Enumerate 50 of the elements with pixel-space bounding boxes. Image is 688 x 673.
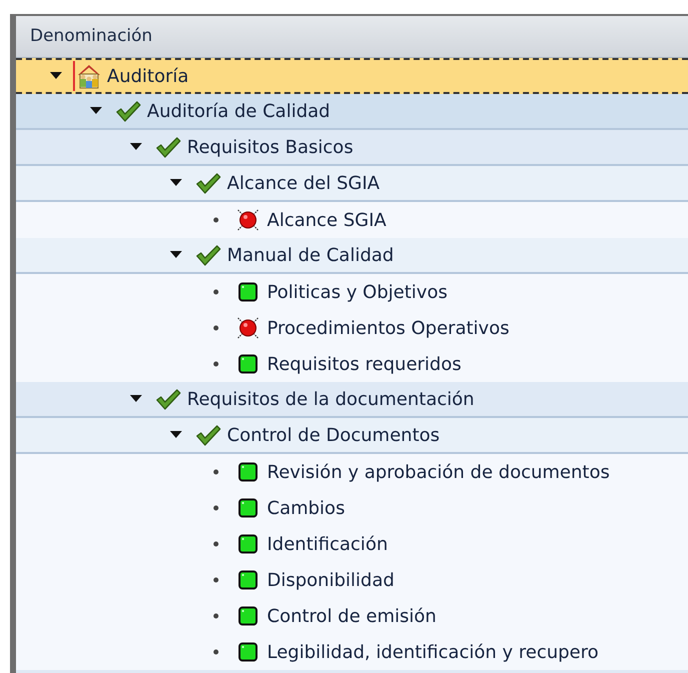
node-label: Requisitos Basicos xyxy=(187,136,354,160)
node-label: Procedimientos Operativos xyxy=(267,316,510,340)
square-lamp-icon xyxy=(238,534,258,554)
tree-row[interactable]: Politicas y Objetivos xyxy=(16,274,688,310)
node-label: Cambios xyxy=(267,496,345,520)
square-lamp-icon xyxy=(238,462,258,482)
checkmark-icon xyxy=(195,244,221,266)
tree-row[interactable]: Auditoría de Calidad xyxy=(16,94,688,130)
node-label: Auditoría de Calidad xyxy=(147,100,330,124)
node-label: Alcance SGIA xyxy=(267,208,386,232)
square-lamp-icon xyxy=(238,282,258,302)
tree-row[interactable]: Legibilidad, identificación y recupero xyxy=(16,634,688,670)
square-lamp-icon xyxy=(238,498,258,518)
tree-row[interactable]: Cambios xyxy=(16,490,688,526)
node-label: Manual de Calidad xyxy=(227,244,394,268)
node-label: Requisitos de la documentación xyxy=(187,388,474,412)
checkmark-icon xyxy=(115,100,141,122)
square-lamp-icon xyxy=(238,354,258,374)
square-lamp-icon xyxy=(238,570,258,590)
people-house-icon xyxy=(76,63,102,89)
checkmark-icon xyxy=(155,388,181,410)
round-lamp-icon xyxy=(236,316,260,340)
square-lamp-icon xyxy=(238,606,258,626)
node-label: Legibilidad, identificación y recupero xyxy=(267,640,599,664)
tree-row[interactable]: Manual de Calidad xyxy=(16,238,688,274)
node-label: Identificación xyxy=(267,532,388,556)
tree-row[interactable]: Identificación xyxy=(16,526,688,562)
tree-row[interactable]: Disponibilidad xyxy=(16,562,688,598)
node-label: Control de emisión xyxy=(267,604,436,628)
node-label: Requisitos requeridos xyxy=(267,352,462,376)
column-header[interactable]: Denominación xyxy=(16,16,688,58)
checkmark-icon xyxy=(195,424,221,446)
tree-row[interactable]: Alcance del SGIA xyxy=(16,166,688,202)
checkmark-icon xyxy=(195,172,221,194)
tree-row[interactable]: Alcance SGIA xyxy=(16,202,688,238)
checkmark-icon xyxy=(155,136,181,158)
node-label: Alcance del SGIA xyxy=(227,172,380,196)
node-label: Revisión y aprobación de documentos xyxy=(267,460,610,484)
node-label: Auditoría xyxy=(107,64,189,88)
tree-row[interactable]: Auditoría xyxy=(16,58,688,94)
node-label: Disponibilidad xyxy=(267,568,394,592)
tree-row[interactable]: Revisión y aprobación de documentos xyxy=(16,454,688,490)
tree-row[interactable]: Control de emisión xyxy=(16,598,688,634)
node-label: Politicas y Objetivos xyxy=(267,280,448,304)
tree-row[interactable]: Procedimientos Operativos xyxy=(16,310,688,346)
node-label: Control de Documentos xyxy=(227,424,440,448)
tree-row[interactable]: Control de Documentos xyxy=(16,418,688,454)
round-lamp-icon xyxy=(236,208,260,232)
square-lamp-icon xyxy=(238,642,258,662)
tree-row[interactable]: Requisitos requeridos xyxy=(16,346,688,382)
